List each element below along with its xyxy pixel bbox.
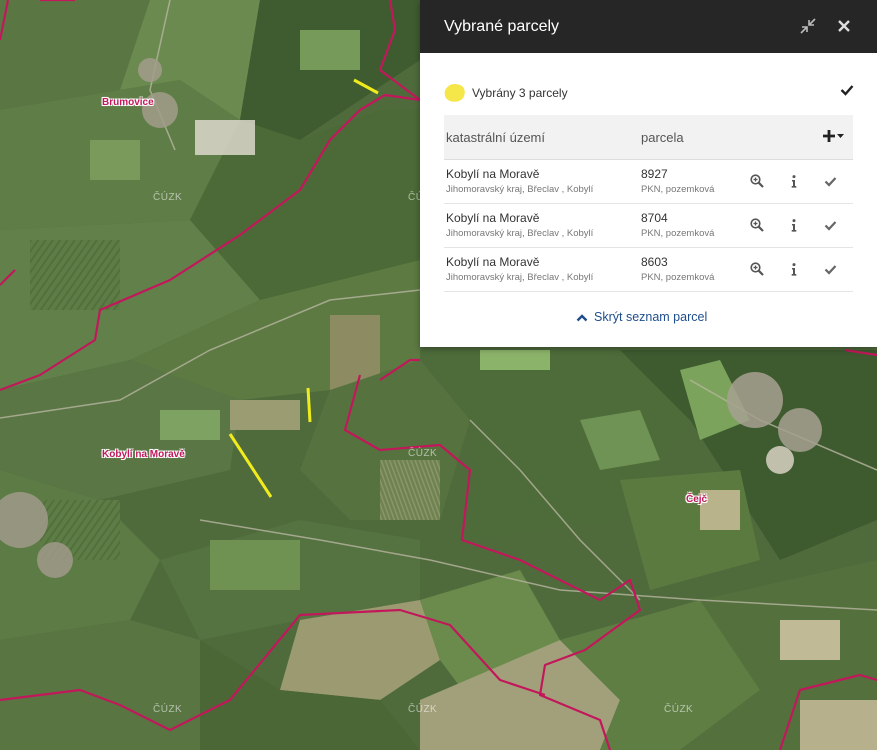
table-row: Kobylí na Moravě Jihomoravský kraj, Břec…: [444, 248, 853, 292]
row-area-region: Jihomoravský kraj, Břeclav , Kobylí: [446, 184, 594, 195]
table-row: Kobylí na Moravě Jihomoravský kraj, Břec…: [444, 204, 853, 248]
row-area-region: Jihomoravský kraj, Břeclav , Kobylí: [446, 272, 594, 283]
table-row: Kobylí na Moravě Jihomoravský kraj, Břec…: [444, 160, 853, 204]
row-area-region: Jihomoravský kraj, Břeclav , Kobylí: [446, 228, 594, 239]
selection-summary: Vybrány 3 parcely: [444, 82, 854, 104]
selection-count: Vybrány 3 parcely: [472, 86, 568, 100]
table-header: katastrální území parcela: [444, 115, 853, 160]
cuzk-watermark: ČÚZK: [153, 192, 183, 203]
row-area-name: Kobylí na Moravě: [446, 211, 540, 225]
hide-parcel-list-label: Skrýt seznam parcel: [594, 310, 708, 324]
selected-parcels-panel: Vybrané parcely Vybrány 3 parcely katast…: [420, 0, 877, 347]
cuzk-watermark: ČÚZK: [408, 448, 438, 459]
checkmark-icon[interactable]: [822, 217, 838, 233]
chevron-up-icon: [576, 313, 588, 321]
column-header-parcel: parcela: [641, 130, 684, 145]
row-parcel-type: PKN, pozemková: [641, 184, 715, 195]
cuzk-watermark: ČÚZK: [664, 704, 694, 715]
row-parcel-number: 8603: [641, 255, 668, 269]
town-label-brumovice: Brumovice: [102, 97, 154, 108]
info-icon[interactable]: [786, 261, 802, 277]
cuzk-watermark: ČÚZK: [153, 704, 183, 715]
info-icon[interactable]: [786, 217, 802, 233]
zoom-in-icon[interactable]: [749, 173, 765, 189]
row-parcel-number: 8704: [641, 211, 668, 225]
zoom-in-icon[interactable]: [749, 261, 765, 277]
collapse-icon[interactable]: [798, 16, 818, 36]
zoom-in-icon[interactable]: [749, 217, 765, 233]
cuzk-watermark: ČÚZK: [408, 704, 438, 715]
town-label-kobyli: Kobylí na Moravě: [102, 449, 185, 460]
parcel-8704: [306, 387, 312, 423]
parcel-highlight-icon: [444, 83, 465, 102]
panel-title: Vybrané parcely: [444, 17, 560, 35]
column-header-area: katastrální území: [446, 130, 545, 145]
row-parcel-type: PKN, pozemková: [641, 228, 715, 239]
row-area-name: Kobylí na Moravě: [446, 167, 540, 181]
town-label-cejc: Čejč: [686, 494, 708, 505]
info-icon[interactable]: [786, 173, 802, 189]
hide-parcel-list-link[interactable]: Skrýt seznam parcel: [576, 310, 707, 324]
panel-header: Vybrané parcely: [420, 0, 877, 53]
row-parcel-number: 8927: [641, 167, 668, 181]
add-parcel-dropdown-button[interactable]: [823, 127, 845, 148]
confirm-all-checkmark-icon[interactable]: [840, 83, 854, 100]
checkmark-icon[interactable]: [822, 261, 838, 277]
row-parcel-type: PKN, pozemková: [641, 272, 715, 283]
close-icon[interactable]: [834, 16, 854, 36]
checkmark-icon[interactable]: [822, 173, 838, 189]
row-area-name: Kobylí na Moravě: [446, 255, 540, 269]
